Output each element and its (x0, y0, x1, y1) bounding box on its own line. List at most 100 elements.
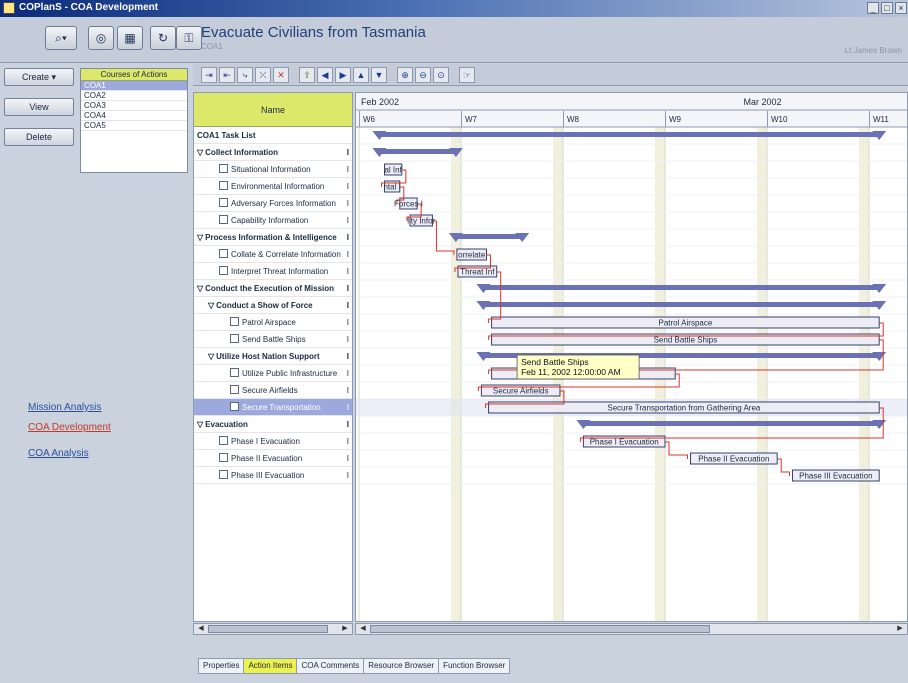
gantt-scrollbar[interactable]: ◀ ▶ (355, 623, 908, 635)
expand-arrow-icon[interactable]: ▽ (197, 420, 203, 429)
outdent-icon[interactable]: ⇤ (219, 67, 235, 83)
table-row[interactable]: Adversary Forces Information I (194, 195, 352, 212)
page-subtitle: COA1 (201, 42, 223, 51)
task-icon (230, 402, 239, 411)
table-row[interactable]: Collate & Correlate Information I (194, 246, 352, 263)
week-divider (359, 111, 360, 127)
tab-function-browser[interactable]: Function Browser (438, 658, 511, 674)
zoom-in-icon[interactable]: ⊕ (397, 67, 413, 83)
task-bar-label: Phase III Evacuation (799, 472, 872, 481)
properties-icon[interactable]: ☞ (459, 67, 475, 83)
tooltip-time: Feb 11, 2002 12:00:00 AM (521, 367, 621, 377)
week-label: W8 (567, 115, 580, 124)
expand-arrow-icon[interactable]: ▽ (197, 148, 203, 157)
delete-icon[interactable]: ✕ (273, 67, 289, 83)
link-tasks-icon[interactable]: ⤷ (237, 67, 253, 83)
link-mission-analysis[interactable]: Mission Analysis (28, 402, 101, 413)
table-row[interactable]: Capability Information I (194, 212, 352, 229)
task-name: Conduct a Show of Force (216, 301, 313, 310)
scroll-left-icon[interactable]: ◀ (358, 624, 368, 634)
table-row[interactable]: Phase I Evacuation I (194, 433, 352, 450)
title-bar: COPlanS - COA Development _ □ × (0, 0, 908, 17)
scroll-left-icon[interactable]: ◀ (196, 624, 206, 634)
scroll-right-icon[interactable]: ▶ (340, 624, 350, 634)
arrow-left-icon[interactable]: ◀ (317, 67, 333, 83)
link-coa-analysis[interactable]: COA Analysis (28, 448, 89, 459)
task-column2: I (346, 471, 349, 480)
refresh-icon[interactable]: ↻ (150, 26, 176, 50)
expand-arrow-icon[interactable]: ▽ (197, 233, 203, 242)
unlink-icon[interactable]: ⤫ (255, 67, 271, 83)
tab-properties[interactable]: Properties (198, 658, 245, 674)
task-bar-label: ntal I (383, 183, 400, 192)
arrow-down-icon[interactable]: ▼ (371, 67, 387, 83)
list-item[interactable]: COA3 (81, 101, 187, 111)
zoom-fit-icon[interactable]: ⊙ (433, 67, 449, 83)
table-row[interactable]: COA1 Task List (194, 127, 352, 144)
view-button[interactable]: View (4, 98, 74, 116)
table-row[interactable]: ▽ Conduct the Execution of Mission I (194, 280, 352, 297)
close-icon[interactable]: × (895, 2, 907, 14)
lock-icon[interactable]: ⚿ (176, 26, 202, 50)
scroll-thumb[interactable] (370, 625, 710, 633)
list-item[interactable]: COA1 (81, 81, 187, 91)
expand-arrow-icon[interactable]: ▽ (208, 352, 214, 361)
expand-arrow-icon[interactable]: ▽ (208, 301, 214, 310)
table-row[interactable]: Send Battle Ships I (194, 331, 352, 348)
table-row[interactable]: Phase II Evacuation I (194, 450, 352, 467)
indent-icon[interactable]: ⇥ (201, 67, 217, 83)
task-name: Capability Information (231, 216, 309, 225)
task-bar-label: Phase II Evacuation (698, 455, 769, 464)
coa-list-header: Courses of Actions (81, 69, 187, 81)
arrow-up-icon[interactable]: ▲ (353, 67, 369, 83)
table-row[interactable]: Environmental Information I (194, 178, 352, 195)
maximize-icon[interactable]: □ (881, 2, 893, 14)
scroll-right-icon[interactable]: ▶ (895, 624, 905, 634)
create-button[interactable]: Create ▾ (4, 68, 74, 86)
table-row[interactable]: Secure Airfields I (194, 382, 352, 399)
delete-button[interactable]: Delete (4, 128, 74, 146)
month-label: Feb 2002 (361, 97, 399, 107)
zoom-out-icon[interactable]: ⊖ (415, 67, 431, 83)
task-bar-label: Threat Inf (460, 268, 495, 277)
task-column2: I (346, 437, 349, 446)
task-icon (219, 453, 228, 462)
task-name: Utilize Host Nation Support (216, 352, 320, 361)
calendar-icon[interactable]: ▦ (117, 26, 143, 50)
summary-bar (583, 421, 880, 426)
task-icon (219, 181, 228, 190)
task-name: Secure Transportation (242, 403, 321, 412)
filter-icon[interactable]: ◎ (88, 26, 114, 50)
table-row[interactable]: Utilize Public Infrastructure I (194, 365, 352, 382)
arrow-right-icon[interactable]: ▶ (335, 67, 351, 83)
minimize-icon[interactable]: _ (867, 2, 879, 14)
table-row[interactable]: Situational Information I (194, 161, 352, 178)
tab-coa-comments[interactable]: COA Comments (296, 658, 365, 674)
table-row[interactable]: Phase III Evacuation I (194, 467, 352, 484)
list-item[interactable]: COA2 (81, 91, 187, 101)
task-name: Conduct the Execution of Mission (205, 284, 335, 293)
task-icon (219, 164, 228, 173)
tab-resource-browser[interactable]: Resource Browser (363, 658, 440, 674)
task-icon (219, 266, 228, 275)
scroll-thumb[interactable] (208, 625, 328, 633)
table-row[interactable]: ▽ Utilize Host Nation Support I (194, 348, 352, 365)
gantt-canvas[interactable]: Feb 2002 Mar 2002 W6 W7 W8 W9 W10 W11 al Inf ntal… (356, 93, 908, 622)
move-up-icon[interactable]: ⇧ (299, 67, 315, 83)
search-dropdown-button[interactable]: ⌕▾ (45, 26, 77, 50)
table-row[interactable]: Interpret Threat Information I (194, 263, 352, 280)
table-row[interactable]: Patrol Airspace I (194, 314, 352, 331)
table-row[interactable]: Secure Transportation I (194, 399, 352, 416)
table-row[interactable]: ▽ Evacuation I (194, 416, 352, 433)
list-item[interactable]: COA5 (81, 121, 187, 131)
table-row[interactable]: ▽ Collect Information I (194, 144, 352, 161)
task-name: Patrol Airspace (242, 318, 296, 327)
expand-arrow-icon[interactable]: ▽ (197, 284, 203, 293)
table-row[interactable]: ▽ Process Information & Intelligence I (194, 229, 352, 246)
week-divider (869, 111, 870, 127)
link-coa-development[interactable]: COA Development (28, 422, 111, 433)
table-row[interactable]: ▽ Conduct a Show of Force I (194, 297, 352, 314)
tab-action-items[interactable]: Action Items (243, 658, 298, 674)
task-table-scrollbar[interactable]: ◀ ▶ (193, 623, 353, 635)
list-item[interactable]: COA4 (81, 111, 187, 121)
